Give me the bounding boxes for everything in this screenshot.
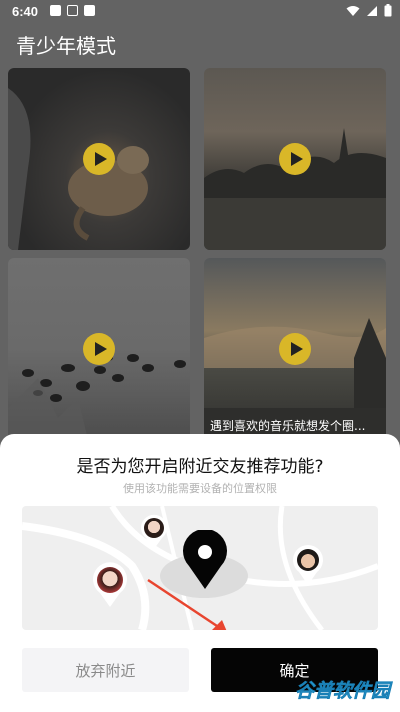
user-location-pin bbox=[140, 514, 168, 550]
user-location-pin bbox=[92, 562, 128, 608]
play-icon bbox=[94, 152, 107, 166]
status-system-icons bbox=[346, 4, 392, 17]
status-bar: 6:40 bbox=[0, 0, 400, 24]
play-button[interactable] bbox=[83, 333, 115, 365]
site-watermark: 谷普软件园 bbox=[294, 680, 391, 703]
avatar bbox=[144, 518, 164, 538]
video-card[interactable] bbox=[204, 68, 386, 250]
status-notification-icons bbox=[50, 5, 95, 16]
avatar bbox=[97, 567, 123, 593]
user-location-pin bbox=[292, 544, 324, 586]
video-caption: 遇到喜欢的音乐就想发个圈... bbox=[210, 419, 366, 433]
wifi-icon bbox=[346, 5, 360, 16]
play-button[interactable] bbox=[83, 143, 115, 175]
play-button[interactable] bbox=[279, 143, 311, 175]
battery-icon bbox=[384, 4, 392, 17]
decline-nearby-button[interactable]: 放弃附近 bbox=[22, 648, 189, 692]
dialog-subtitle: 使用该功能需要设备的位置权限 bbox=[123, 482, 277, 495]
play-icon bbox=[290, 342, 303, 356]
status-time: 6:40 bbox=[12, 4, 39, 19]
signal-icon bbox=[367, 5, 377, 16]
video-card[interactable]: 遇到喜欢的音乐就想发个圈... bbox=[204, 258, 386, 440]
nearby-map-illustration bbox=[22, 506, 378, 630]
page-title: 青少年模式 bbox=[16, 34, 116, 58]
play-icon bbox=[290, 152, 303, 166]
annotation-arrow-icon bbox=[147, 578, 227, 630]
avatar bbox=[297, 549, 319, 571]
video-card[interactable] bbox=[8, 68, 190, 250]
dialog-title: 是否为您开启附近交友推荐功能? bbox=[76, 457, 324, 477]
location-permission-dialog: 是否为您开启附近交友推荐功能? 使用该功能需要设备的位置权限 放弃附近 确定 bbox=[0, 434, 400, 712]
app-icon-square bbox=[84, 5, 95, 16]
play-button[interactable] bbox=[279, 333, 311, 365]
app-icon-a bbox=[67, 5, 78, 16]
notification-icon bbox=[50, 5, 61, 16]
video-card[interactable] bbox=[8, 258, 190, 440]
play-icon bbox=[94, 342, 107, 356]
